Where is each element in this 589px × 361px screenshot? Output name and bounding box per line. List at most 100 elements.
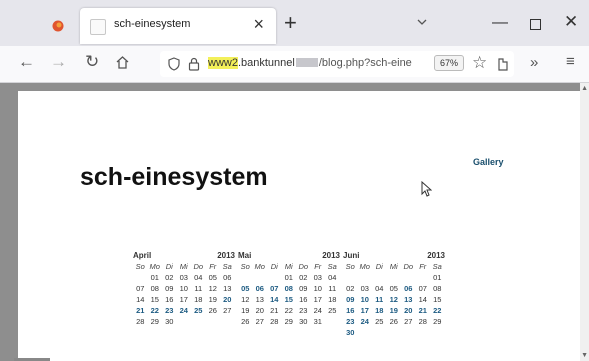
calendar-day: 31 [313,317,322,326]
calendar-day: 07 [136,284,145,293]
vertical-scrollbar[interactable]: ▲ ▼ [580,83,589,361]
calendar-day: 27 [404,317,413,326]
calendar-empty [416,272,431,283]
weekday-label: Mi [389,262,398,271]
calendar-day-link[interactable]: 25 [191,305,206,316]
calendar-day-link[interactable]: 18 [372,305,387,316]
lock-icon[interactable] [186,56,202,72]
calendar-day-link[interactable]: 20 [220,294,235,305]
calendar-empty [401,327,416,338]
calendar-day-link[interactable]: 12 [387,294,402,305]
scroll-up-icon[interactable]: ▲ [581,85,588,92]
calendar-day-link[interactable]: 23 [162,305,177,316]
calendar-day: 28 [418,317,427,326]
firefox-icon[interactable] [52,20,64,32]
calendar-day: 02 [346,284,355,293]
calendar-day-link[interactable]: 06 [401,283,416,294]
calendar-day-link[interactable]: 22 [148,305,163,316]
calendar-day: 09 [299,284,308,293]
calendar-day-link[interactable]: 24 [177,305,192,316]
tab-active[interactable]: sch-einesystem × [80,8,276,44]
back-icon[interactable]: ← [18,52,35,72]
calendar-day-link[interactable]: 16 [343,305,358,316]
calendar-day-link[interactable]: 06 [253,283,268,294]
bookmark-star-icon[interactable]: ☆ [472,53,487,73]
shield-icon[interactable] [166,56,182,72]
zoom-indicator[interactable]: 67% [434,55,465,71]
calendar-day: 06 [223,273,232,282]
calendar-day-link[interactable]: 07 [267,283,282,294]
page-viewport: sch-einesystem Gallery April 2013 So Mo Di Mi… [0,83,589,361]
calendar-day: 01 [433,273,442,282]
calendar-day-link[interactable]: 08 [282,283,297,294]
calendar-day: 01 [284,273,293,282]
gallery-link[interactable]: Gallery [473,157,504,167]
calendar-week: 23 24 25 26 27 28 29 [343,316,445,327]
calendar-week: 14 15 16 17 18 19 20 [133,294,235,305]
calendar-day: 28 [270,317,279,326]
calendar-day: 29 [284,317,293,326]
page-content: sch-einesystem Gallery April 2013 So Mo Di Mi… [18,91,580,361]
weekday-label: Di [270,262,278,271]
calendar-day: 30 [299,317,308,326]
page-title: sch-einesystem [80,163,268,191]
calendar-day: 19 [208,295,217,304]
calendar-day-link[interactable]: 09 [343,294,358,305]
menu-icon[interactable]: ≡ [566,53,575,70]
calendar-day-link[interactable]: 14 [267,294,282,305]
weekday-label: Fr [209,262,217,271]
calendar-empty [372,327,387,338]
calendar-day-link[interactable]: 11 [372,294,387,305]
calendar-year: 2013 [427,251,445,260]
calendar-day-link[interactable]: 19 [387,305,402,316]
calendar-day-link[interactable]: 24 [358,316,373,327]
calendar-day: 10 [313,284,322,293]
calendar-week: 19 20 21 22 23 24 25 [238,305,340,316]
calendar-day: 25 [328,306,337,315]
calendar-week: 16 17 18 19 20 21 22 [343,305,445,316]
calendar-day-link[interactable]: 10 [358,294,373,305]
calendar-day-link[interactable]: 13 [401,294,416,305]
calendar-day-link[interactable]: 15 [282,294,297,305]
new-tab-icon[interactable]: + [284,10,297,36]
calendar-day: 24 [313,306,322,315]
calendar-day-link[interactable]: 17 [358,305,373,316]
mouse-cursor-icon [421,181,432,197]
calendar-empty [177,316,192,327]
weekday-label: Di [165,262,173,271]
minimize-icon[interactable]: — [492,14,508,32]
calendar-empty [325,316,340,327]
calendar-day: 18 [194,295,203,304]
extensions-icon[interactable] [496,56,510,72]
calendar-header: Juni 2013 [343,251,445,261]
scroll-down-icon[interactable]: ▼ [581,352,588,359]
forward-icon[interactable]: → [50,52,67,72]
calendar-empty [387,272,402,283]
home-icon[interactable] [115,55,130,70]
calendar-day: 18 [328,295,337,304]
url-bar[interactable]: www2.banktunnel/blog.php?sch-eine 67% ☆ [160,51,514,77]
calendar-day: 08 [433,284,442,293]
calendar-day-link[interactable]: 23 [343,316,358,327]
close-window-icon[interactable]: ✕ [564,12,578,32]
overflow-chevrons-icon[interactable]: » [530,54,538,71]
calendar-day-link[interactable]: 22 [430,305,445,316]
url-text[interactable]: www2.banktunnel/blog.php?sch-eine [208,57,412,69]
chevron-down-icon[interactable] [416,16,428,28]
calendar-day: 26 [208,306,217,315]
calendar-day-link[interactable]: 21 [133,305,148,316]
reload-icon[interactable]: ↻ [85,52,99,72]
weekday-label: Mo [359,262,370,271]
maximize-icon[interactable] [530,19,541,30]
calendar-day-link[interactable]: 21 [416,305,431,316]
calendar-day: 11 [328,284,337,293]
calendar-week: 05 06 07 08 09 10 11 [238,283,340,294]
calendar-day-link[interactable]: 05 [238,283,253,294]
calendar-week: 12 13 14 15 16 17 18 [238,294,340,305]
close-tab-icon[interactable]: × [253,14,264,35]
calendar-empty [372,272,387,283]
calendar-month: Juni [343,251,360,260]
calendar-day-link[interactable]: 20 [401,305,416,316]
calendar-day-link[interactable]: 30 [343,327,358,338]
calendar-empty [343,272,358,283]
